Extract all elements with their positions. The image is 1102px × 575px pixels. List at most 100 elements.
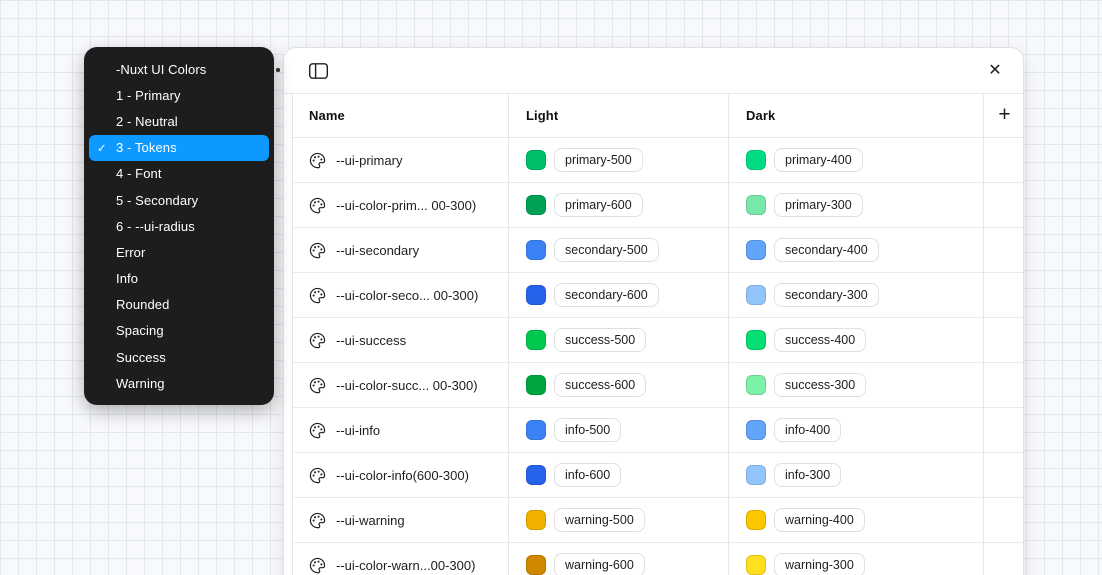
collection-menu-item[interactable]: ✓ 3 - Tokens [89,135,269,161]
column-header-dark[interactable]: Dark [729,94,984,137]
table-row[interactable]: --ui-color-succ... 00-300) success-600 s… [293,363,1023,408]
light-color-swatch[interactable] [526,375,546,395]
collection-menu-item[interactable]: Error [89,239,269,265]
variable-name-cell[interactable]: --ui-color-prim... 00-300) [293,183,509,227]
light-token-pill[interactable]: secondary-500 [554,238,659,262]
table-row[interactable]: --ui-color-seco... 00-300) secondary-600… [293,273,1023,318]
table-row[interactable]: --ui-color-warn...00-300) warning-600 wa… [293,543,1023,575]
variable-name-cell[interactable]: --ui-color-warn...00-300) [293,543,509,575]
light-token-pill[interactable]: info-500 [554,418,621,442]
light-value-cell[interactable]: primary-600 [509,183,729,227]
dark-value-cell[interactable]: info-400 [729,408,984,452]
dark-value-cell[interactable]: primary-300 [729,183,984,227]
light-value-cell[interactable]: info-500 [509,408,729,452]
light-color-swatch[interactable] [526,285,546,305]
light-color-swatch[interactable] [526,510,546,530]
dark-color-swatch[interactable] [746,465,766,485]
light-token-pill[interactable]: success-600 [554,373,646,397]
light-token-pill[interactable]: warning-600 [554,553,645,575]
collection-menu-item[interactable]: Success [89,344,269,370]
dark-color-swatch[interactable] [746,150,766,170]
dark-value-cell[interactable]: primary-400 [729,138,984,182]
dark-value-cell[interactable]: success-300 [729,363,984,407]
dark-token-pill[interactable]: warning-300 [774,553,865,575]
dark-token-pill[interactable]: primary-400 [774,148,863,172]
variable-name-cell[interactable]: --ui-color-seco... 00-300) [293,273,509,317]
column-header-name[interactable]: Name [293,94,509,137]
light-value-cell[interactable]: success-600 [509,363,729,407]
dark-token-pill[interactable]: success-300 [774,373,866,397]
dark-value-cell[interactable]: warning-300 [729,543,984,575]
dark-token-pill[interactable]: secondary-300 [774,283,879,307]
variable-name-cell[interactable]: --ui-color-succ... 00-300) [293,363,509,407]
dark-value-cell[interactable]: success-400 [729,318,984,362]
variable-name-cell[interactable]: --ui-warning [293,498,509,542]
table-row[interactable]: --ui-color-info(600-300) info-600 info-3… [293,453,1023,498]
collection-menu-item[interactable]: 4 - Font [89,161,269,187]
light-value-cell[interactable]: warning-600 [509,543,729,575]
light-color-swatch[interactable] [526,465,546,485]
dark-token-pill[interactable]: success-400 [774,328,866,352]
dark-token-pill[interactable]: info-400 [774,418,841,442]
table-row[interactable]: --ui-success success-500 success-400 [293,318,1023,363]
variable-name-cell[interactable]: --ui-success [293,318,509,362]
variable-name-cell[interactable]: --ui-secondary [293,228,509,272]
collection-menu-item[interactable]: 1 - Primary [89,82,269,108]
dark-value-cell[interactable]: warning-400 [729,498,984,542]
collection-menu-item[interactable]: 6 - --ui-radius [89,213,269,239]
collection-menu-item[interactable]: 2 - Neutral [89,108,269,134]
dark-color-swatch[interactable] [746,195,766,215]
table-row[interactable]: --ui-primary primary-500 primary-400 [293,138,1023,183]
dark-token-pill[interactable]: warning-400 [774,508,865,532]
light-color-swatch[interactable] [526,195,546,215]
light-value-cell[interactable]: success-500 [509,318,729,362]
table-row[interactable]: --ui-warning warning-500 warning-400 [293,498,1023,543]
collection-menu-item[interactable]: Warning [89,370,269,396]
dark-color-swatch[interactable] [746,330,766,350]
dark-color-swatch[interactable] [746,420,766,440]
palette-icon [309,332,326,349]
dark-token-pill[interactable]: info-300 [774,463,841,487]
light-value-cell[interactable]: primary-500 [509,138,729,182]
column-header-light[interactable]: Light [509,94,729,137]
collection-menu-item[interactable]: Info [89,266,269,292]
table-row[interactable]: --ui-color-prim... 00-300) primary-600 p… [293,183,1023,228]
light-token-pill[interactable]: success-500 [554,328,646,352]
dark-token-pill[interactable]: primary-300 [774,193,863,217]
light-color-swatch[interactable] [526,150,546,170]
collection-menu-item[interactable]: -Nuxt UI Colors [89,56,269,82]
light-color-swatch[interactable] [526,420,546,440]
dark-value-cell[interactable]: secondary-400 [729,228,984,272]
add-mode-button[interactable]: + [984,94,1024,137]
dark-color-swatch[interactable] [746,240,766,260]
light-value-cell[interactable]: secondary-600 [509,273,729,317]
light-value-cell[interactable]: secondary-500 [509,228,729,272]
light-token-pill[interactable]: primary-500 [554,148,643,172]
collection-menu-item[interactable]: Rounded [89,292,269,318]
dark-value-cell[interactable]: info-300 [729,453,984,497]
light-value-cell[interactable]: info-600 [509,453,729,497]
toggle-sidebar-button[interactable] [304,57,332,85]
collection-menu-item[interactable]: Spacing [89,318,269,344]
dark-value-cell[interactable]: secondary-300 [729,273,984,317]
variable-name-cell[interactable]: --ui-primary [293,138,509,182]
table-row[interactable]: --ui-info info-500 info-400 [293,408,1023,453]
light-token-pill[interactable]: info-600 [554,463,621,487]
close-button[interactable]: ✕ [981,57,1009,85]
dark-color-swatch[interactable] [746,285,766,305]
light-color-swatch[interactable] [526,555,546,575]
light-token-pill[interactable]: primary-600 [554,193,643,217]
light-token-pill[interactable]: warning-500 [554,508,645,532]
light-value-cell[interactable]: warning-500 [509,498,729,542]
light-token-pill[interactable]: secondary-600 [554,283,659,307]
dark-token-pill[interactable]: secondary-400 [774,238,879,262]
variable-name-cell[interactable]: --ui-info [293,408,509,452]
light-color-swatch[interactable] [526,240,546,260]
table-row[interactable]: --ui-secondary secondary-500 secondary-4… [293,228,1023,273]
variable-name-cell[interactable]: --ui-color-info(600-300) [293,453,509,497]
dark-color-swatch[interactable] [746,375,766,395]
dark-color-swatch[interactable] [746,555,766,575]
light-color-swatch[interactable] [526,330,546,350]
collection-menu-item[interactable]: 5 - Secondary [89,187,269,213]
dark-color-swatch[interactable] [746,510,766,530]
